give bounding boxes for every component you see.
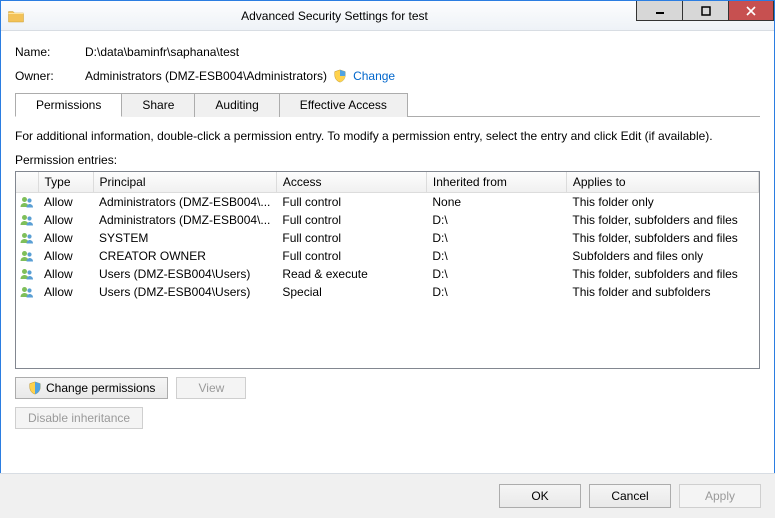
row-icon-cell — [16, 283, 38, 301]
inheritance-button-row: Disable inheritance — [15, 407, 760, 429]
table-row[interactable]: AllowSYSTEMFull controlD:\This folder, s… — [16, 229, 759, 247]
minimize-button[interactable] — [636, 1, 682, 21]
users-icon — [19, 266, 35, 282]
row-type: Allow — [38, 283, 93, 301]
row-inherited: D:\ — [426, 265, 566, 283]
row-applies: This folder and subfolders — [566, 283, 758, 301]
row-applies: This folder, subfolders and files — [566, 265, 758, 283]
shield-icon — [28, 381, 42, 395]
col-type[interactable]: Type — [38, 172, 93, 193]
row-type: Allow — [38, 265, 93, 283]
users-icon — [19, 248, 35, 264]
apply-button: Apply — [679, 484, 761, 508]
change-owner-link[interactable]: Change — [353, 69, 395, 83]
content-area: Name: D:\data\baminfr\saphana\test Owner… — [1, 31, 774, 429]
cancel-button[interactable]: Cancel — [589, 484, 671, 508]
grid-button-row: Change permissions View — [15, 377, 760, 399]
change-permissions-button[interactable]: Change permissions — [15, 377, 168, 399]
row-principal: SYSTEM — [93, 229, 276, 247]
row-type: Allow — [38, 229, 93, 247]
row-applies: This folder, subfolders and files — [566, 211, 758, 229]
col-applies[interactable]: Applies to — [566, 172, 758, 193]
row-principal: Administrators (DMZ-ESB004\... — [93, 211, 276, 229]
col-icon[interactable] — [16, 172, 38, 193]
users-icon — [19, 284, 35, 300]
titlebar: Advanced Security Settings for test — [1, 1, 774, 31]
row-access: Read & execute — [276, 265, 426, 283]
name-label: Name: — [15, 45, 85, 59]
owner-label: Owner: — [15, 69, 85, 83]
disable-inheritance-button: Disable inheritance — [15, 407, 143, 429]
dialog-footer: OK Cancel Apply — [0, 473, 775, 518]
row-type: Allow — [38, 193, 93, 212]
row-principal: Users (DMZ-ESB004\Users) — [93, 283, 276, 301]
tab-strip: Permissions Share Auditing Effective Acc… — [15, 93, 760, 117]
row-icon-cell — [16, 265, 38, 283]
row-applies: Subfolders and files only — [566, 247, 758, 265]
shield-icon — [333, 69, 347, 83]
row-inherited: D:\ — [426, 283, 566, 301]
row-inherited: D:\ — [426, 211, 566, 229]
row-inherited: None — [426, 193, 566, 212]
info-text: For additional information, double-click… — [15, 129, 760, 143]
users-icon — [19, 212, 35, 228]
users-icon — [19, 230, 35, 246]
row-access: Full control — [276, 229, 426, 247]
row-icon-cell — [16, 193, 38, 212]
tab-auditing[interactable]: Auditing — [195, 93, 279, 117]
row-applies: This folder only — [566, 193, 758, 212]
owner-value: Administrators (DMZ-ESB004\Administrator… — [85, 69, 327, 83]
row-applies: This folder, subfolders and files — [566, 229, 758, 247]
name-row: Name: D:\data\baminfr\saphana\test — [15, 45, 760, 59]
table-row[interactable]: AllowAdministrators (DMZ-ESB004\...Full … — [16, 211, 759, 229]
row-icon-cell — [16, 247, 38, 265]
permission-grid[interactable]: Type Principal Access Inherited from App… — [15, 171, 760, 369]
table-row[interactable]: AllowCREATOR OWNERFull controlD:\Subfold… — [16, 247, 759, 265]
folder-icon — [7, 7, 25, 25]
users-icon — [19, 194, 35, 210]
row-access: Special — [276, 283, 426, 301]
table-row[interactable]: AllowUsers (DMZ-ESB004\Users)Read & exec… — [16, 265, 759, 283]
tab-permissions[interactable]: Permissions — [15, 93, 122, 117]
ok-button[interactable]: OK — [499, 484, 581, 508]
header-row: Type Principal Access Inherited from App… — [16, 172, 759, 193]
view-button: View — [176, 377, 246, 399]
row-principal: CREATOR OWNER — [93, 247, 276, 265]
owner-row: Owner: Administrators (DMZ-ESB004\Admini… — [15, 69, 760, 83]
permission-entries-label: Permission entries: — [15, 153, 760, 167]
row-type: Allow — [38, 247, 93, 265]
table-row[interactable]: AllowUsers (DMZ-ESB004\Users)SpecialD:\T… — [16, 283, 759, 301]
close-button[interactable] — [728, 1, 774, 21]
tab-effective-access[interactable]: Effective Access — [280, 93, 408, 117]
row-access: Full control — [276, 193, 426, 212]
col-inherited[interactable]: Inherited from — [426, 172, 566, 193]
col-access[interactable]: Access — [276, 172, 426, 193]
row-inherited: D:\ — [426, 229, 566, 247]
window-controls — [636, 1, 774, 21]
tab-share[interactable]: Share — [122, 93, 195, 117]
row-type: Allow — [38, 211, 93, 229]
row-icon-cell — [16, 229, 38, 247]
table-row[interactable]: AllowAdministrators (DMZ-ESB004\...Full … — [16, 193, 759, 212]
row-principal: Administrators (DMZ-ESB004\... — [93, 193, 276, 212]
row-inherited: D:\ — [426, 247, 566, 265]
col-principal[interactable]: Principal — [93, 172, 276, 193]
row-access: Full control — [276, 211, 426, 229]
maximize-button[interactable] — [682, 1, 728, 21]
row-access: Full control — [276, 247, 426, 265]
row-icon-cell — [16, 211, 38, 229]
name-value: D:\data\baminfr\saphana\test — [85, 45, 239, 59]
row-principal: Users (DMZ-ESB004\Users) — [93, 265, 276, 283]
